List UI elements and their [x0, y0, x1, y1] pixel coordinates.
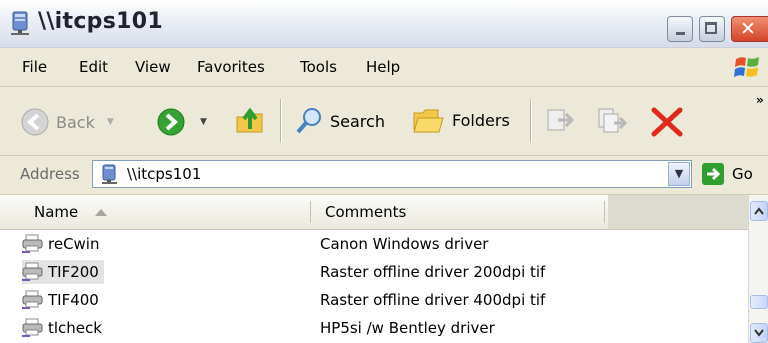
address-bar: Address \\itcps101 ▼ Go — [0, 156, 768, 195]
minimize-button[interactable] — [667, 16, 693, 42]
menu-favorites[interactable]: Favorites — [197, 58, 265, 76]
file-list: reCwin Canon Windows driver TIF200 Raste… — [0, 230, 748, 343]
scroll-thumb[interactable] — [750, 295, 768, 309]
list-item[interactable]: TIF200 Raster offline driver 200dpi tif — [0, 258, 748, 286]
list-item[interactable]: TIF400 Raster offline driver 400dpi tif — [0, 286, 748, 314]
printer-name: tlcheck — [48, 319, 102, 337]
close-icon: ✕ — [740, 18, 756, 40]
chevron-down-icon: ▼ — [674, 167, 684, 180]
back-arrow-icon — [21, 108, 49, 136]
sort-ascending-icon — [95, 209, 107, 216]
shared-printer-icon — [22, 262, 43, 281]
search-label: Search — [330, 111, 385, 131]
close-button[interactable]: ✕ — [731, 16, 768, 42]
printer-name-cell[interactable]: tlcheck — [22, 316, 107, 340]
menu-bar: File Edit View Favorites Tools Help — [0, 48, 768, 87]
menu-edit[interactable]: Edit — [79, 58, 108, 76]
address-label: Address — [20, 165, 80, 183]
back-button[interactable]: Back ▼ — [20, 107, 114, 137]
scroll-down-button[interactable] — [750, 323, 768, 343]
windows-logo-icon — [734, 57, 759, 77]
printer-comment: HP5si /w Bentley driver — [320, 319, 495, 337]
printer-name-cell[interactable]: TIF400 — [22, 288, 104, 312]
list-item[interactable]: tlcheck HP5si /w Bentley driver — [0, 314, 748, 342]
address-value: \\itcps101 — [127, 165, 202, 183]
vertical-scrollbar[interactable] — [748, 195, 768, 343]
go-button[interactable]: Go — [702, 163, 753, 185]
menu-file[interactable]: File — [22, 58, 47, 76]
delete-button[interactable] — [650, 106, 684, 138]
toolbar-overflow-chevron[interactable]: » — [756, 93, 764, 107]
printer-name-cell[interactable]: reCwin — [22, 232, 104, 256]
folders-button[interactable]: Folders — [412, 105, 510, 135]
delete-icon — [651, 107, 683, 137]
forward-dropdown-icon[interactable]: ▼ — [200, 117, 207, 127]
printer-name: reCwin — [48, 235, 100, 253]
printer-comment: Raster offline driver 400dpi tif — [320, 291, 546, 309]
menu-help[interactable]: Help — [366, 58, 400, 76]
network-computer-icon — [102, 164, 117, 184]
move-to-button[interactable] — [544, 106, 576, 136]
printer-name-cell[interactable]: TIF200 — [22, 260, 104, 284]
menu-view[interactable]: View — [135, 58, 171, 76]
toolbar-separator — [280, 99, 282, 143]
printer-comment: Raster offline driver 200dpi tif — [320, 263, 546, 281]
toolbar-separator — [530, 99, 532, 143]
window-title: \\itcps101 — [38, 9, 163, 34]
up-folder-icon — [236, 107, 263, 133]
column-resize-handle[interactable] — [604, 201, 605, 223]
empty-column-header — [608, 195, 748, 229]
go-label: Go — [732, 165, 753, 183]
standard-toolbar: Back ▼ ▼ Search Folders » — [0, 87, 768, 156]
back-dropdown-icon[interactable]: ▼ — [107, 117, 114, 127]
forward-button[interactable]: ▼ — [156, 107, 207, 137]
scroll-up-button[interactable] — [750, 201, 768, 221]
list-header: Name Comments — [0, 195, 768, 230]
menu-tools[interactable]: Tools — [300, 58, 337, 76]
move-to-icon — [547, 109, 575, 131]
address-dropdown-button[interactable]: ▼ — [668, 162, 690, 186]
search-button[interactable]: Search — [294, 106, 385, 136]
printer-name: TIF400 — [48, 291, 99, 309]
shared-printer-icon — [22, 290, 43, 309]
up-folder-button[interactable] — [234, 105, 266, 137]
shared-printer-icon — [22, 234, 43, 253]
network-computer-icon — [11, 11, 29, 35]
go-arrow-icon — [702, 163, 724, 185]
column-resize-handle[interactable] — [310, 201, 311, 223]
folders-icon — [413, 109, 444, 133]
copy-to-button[interactable] — [596, 106, 628, 136]
search-icon — [296, 108, 321, 134]
column-header-name[interactable]: Name — [34, 203, 78, 221]
chevron-up-icon — [754, 207, 764, 215]
chevron-down-icon — [754, 329, 764, 337]
column-header-comments[interactable]: Comments — [325, 203, 406, 221]
printer-name: TIF200 — [48, 263, 99, 281]
printer-comment: Canon Windows driver — [320, 235, 489, 253]
list-item[interactable]: reCwin Canon Windows driver — [0, 230, 748, 258]
shared-printer-icon — [22, 318, 43, 337]
copy-to-icon — [598, 108, 628, 133]
maximize-button[interactable] — [699, 16, 725, 42]
address-input[interactable]: \\itcps101 ▼ — [92, 160, 692, 188]
title-bar[interactable]: \\itcps101 ✕ — [0, 0, 768, 48]
back-label: Back — [56, 112, 95, 132]
folders-label: Folders — [452, 110, 510, 130]
forward-arrow-icon — [157, 108, 185, 136]
